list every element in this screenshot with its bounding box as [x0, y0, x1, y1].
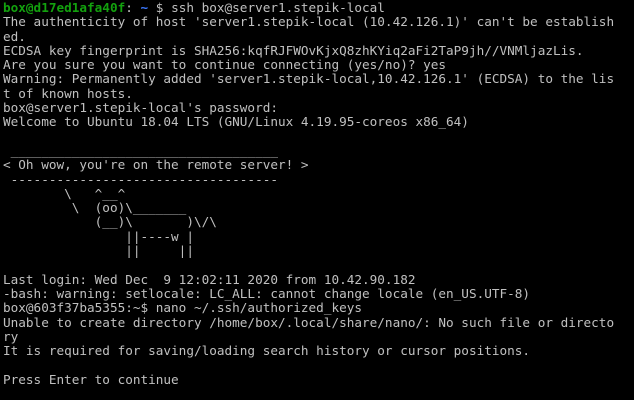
terminal-line: t of known hosts. [3, 86, 133, 101]
terminal-line: ed. [3, 29, 26, 44]
prompt-separator: : [125, 1, 133, 15]
terminal-line: box@603f37ba5355:~$ nano ~/.ssh/authoriz… [3, 301, 363, 316]
terminal-line: Welcome to Ubuntu 18.04 LTS (GNU/Linux 4… [3, 115, 469, 130]
local-prompt-line: box@d17ed1afa40f: ~ $ ssh box@server1.st… [3, 1, 634, 15]
terminal-line: ||----w | [3, 229, 194, 244]
prompt-path: ~ [132, 1, 156, 15]
terminal-window[interactable]: box@d17ed1afa40f: ~ $ ssh box@server1.st… [0, 0, 634, 400]
terminal-line: -bash: warning: setlocale: LC_ALL: canno… [3, 286, 531, 301]
terminal-line: ___________________________________ [3, 143, 278, 158]
terminal-line: The authenticity of host 'server1.stepik… [3, 15, 615, 30]
terminal-line: \ (oo)\_______ [3, 201, 187, 216]
terminal-line: ----------------------------------- [3, 172, 278, 187]
output-lines: The authenticity of host 'server1.stepik… [3, 15, 634, 387]
terminal-line: < Oh wow, you're on the remote server! > [3, 158, 309, 173]
prompt-user-host: box@d17ed1afa40f [3, 1, 126, 15]
prompt-symbol: $ [155, 1, 172, 15]
terminal-line: Press Enter to continue [3, 372, 179, 387]
terminal-line: || || [3, 244, 194, 259]
terminal-line: ry [3, 329, 19, 344]
terminal-line: \ ^__^ [3, 186, 126, 201]
terminal-line: Last login: Wed Dec 9 12:02:11 2020 from… [3, 272, 416, 287]
terminal-line: Are you sure you want to continue connec… [3, 58, 447, 73]
terminal-line: ECDSA key fingerprint is SHA256:kqfRJFWO… [3, 43, 584, 58]
terminal-line: box@server1.stepik-local's password: [3, 101, 278, 116]
terminal-line: Unable to create directory /home/box/.lo… [3, 315, 615, 330]
terminal-line: It is required for saving/loading search… [3, 344, 531, 359]
terminal-line: (__)\ )\/\ [3, 215, 217, 230]
terminal-line: Warning: Permanently added 'server1.step… [3, 72, 615, 87]
terminal-output: box@d17ed1afa40f: ~ $ ssh box@server1.st… [3, 1, 634, 387]
prompt-command: ssh box@server1.stepik-local [171, 1, 385, 15]
